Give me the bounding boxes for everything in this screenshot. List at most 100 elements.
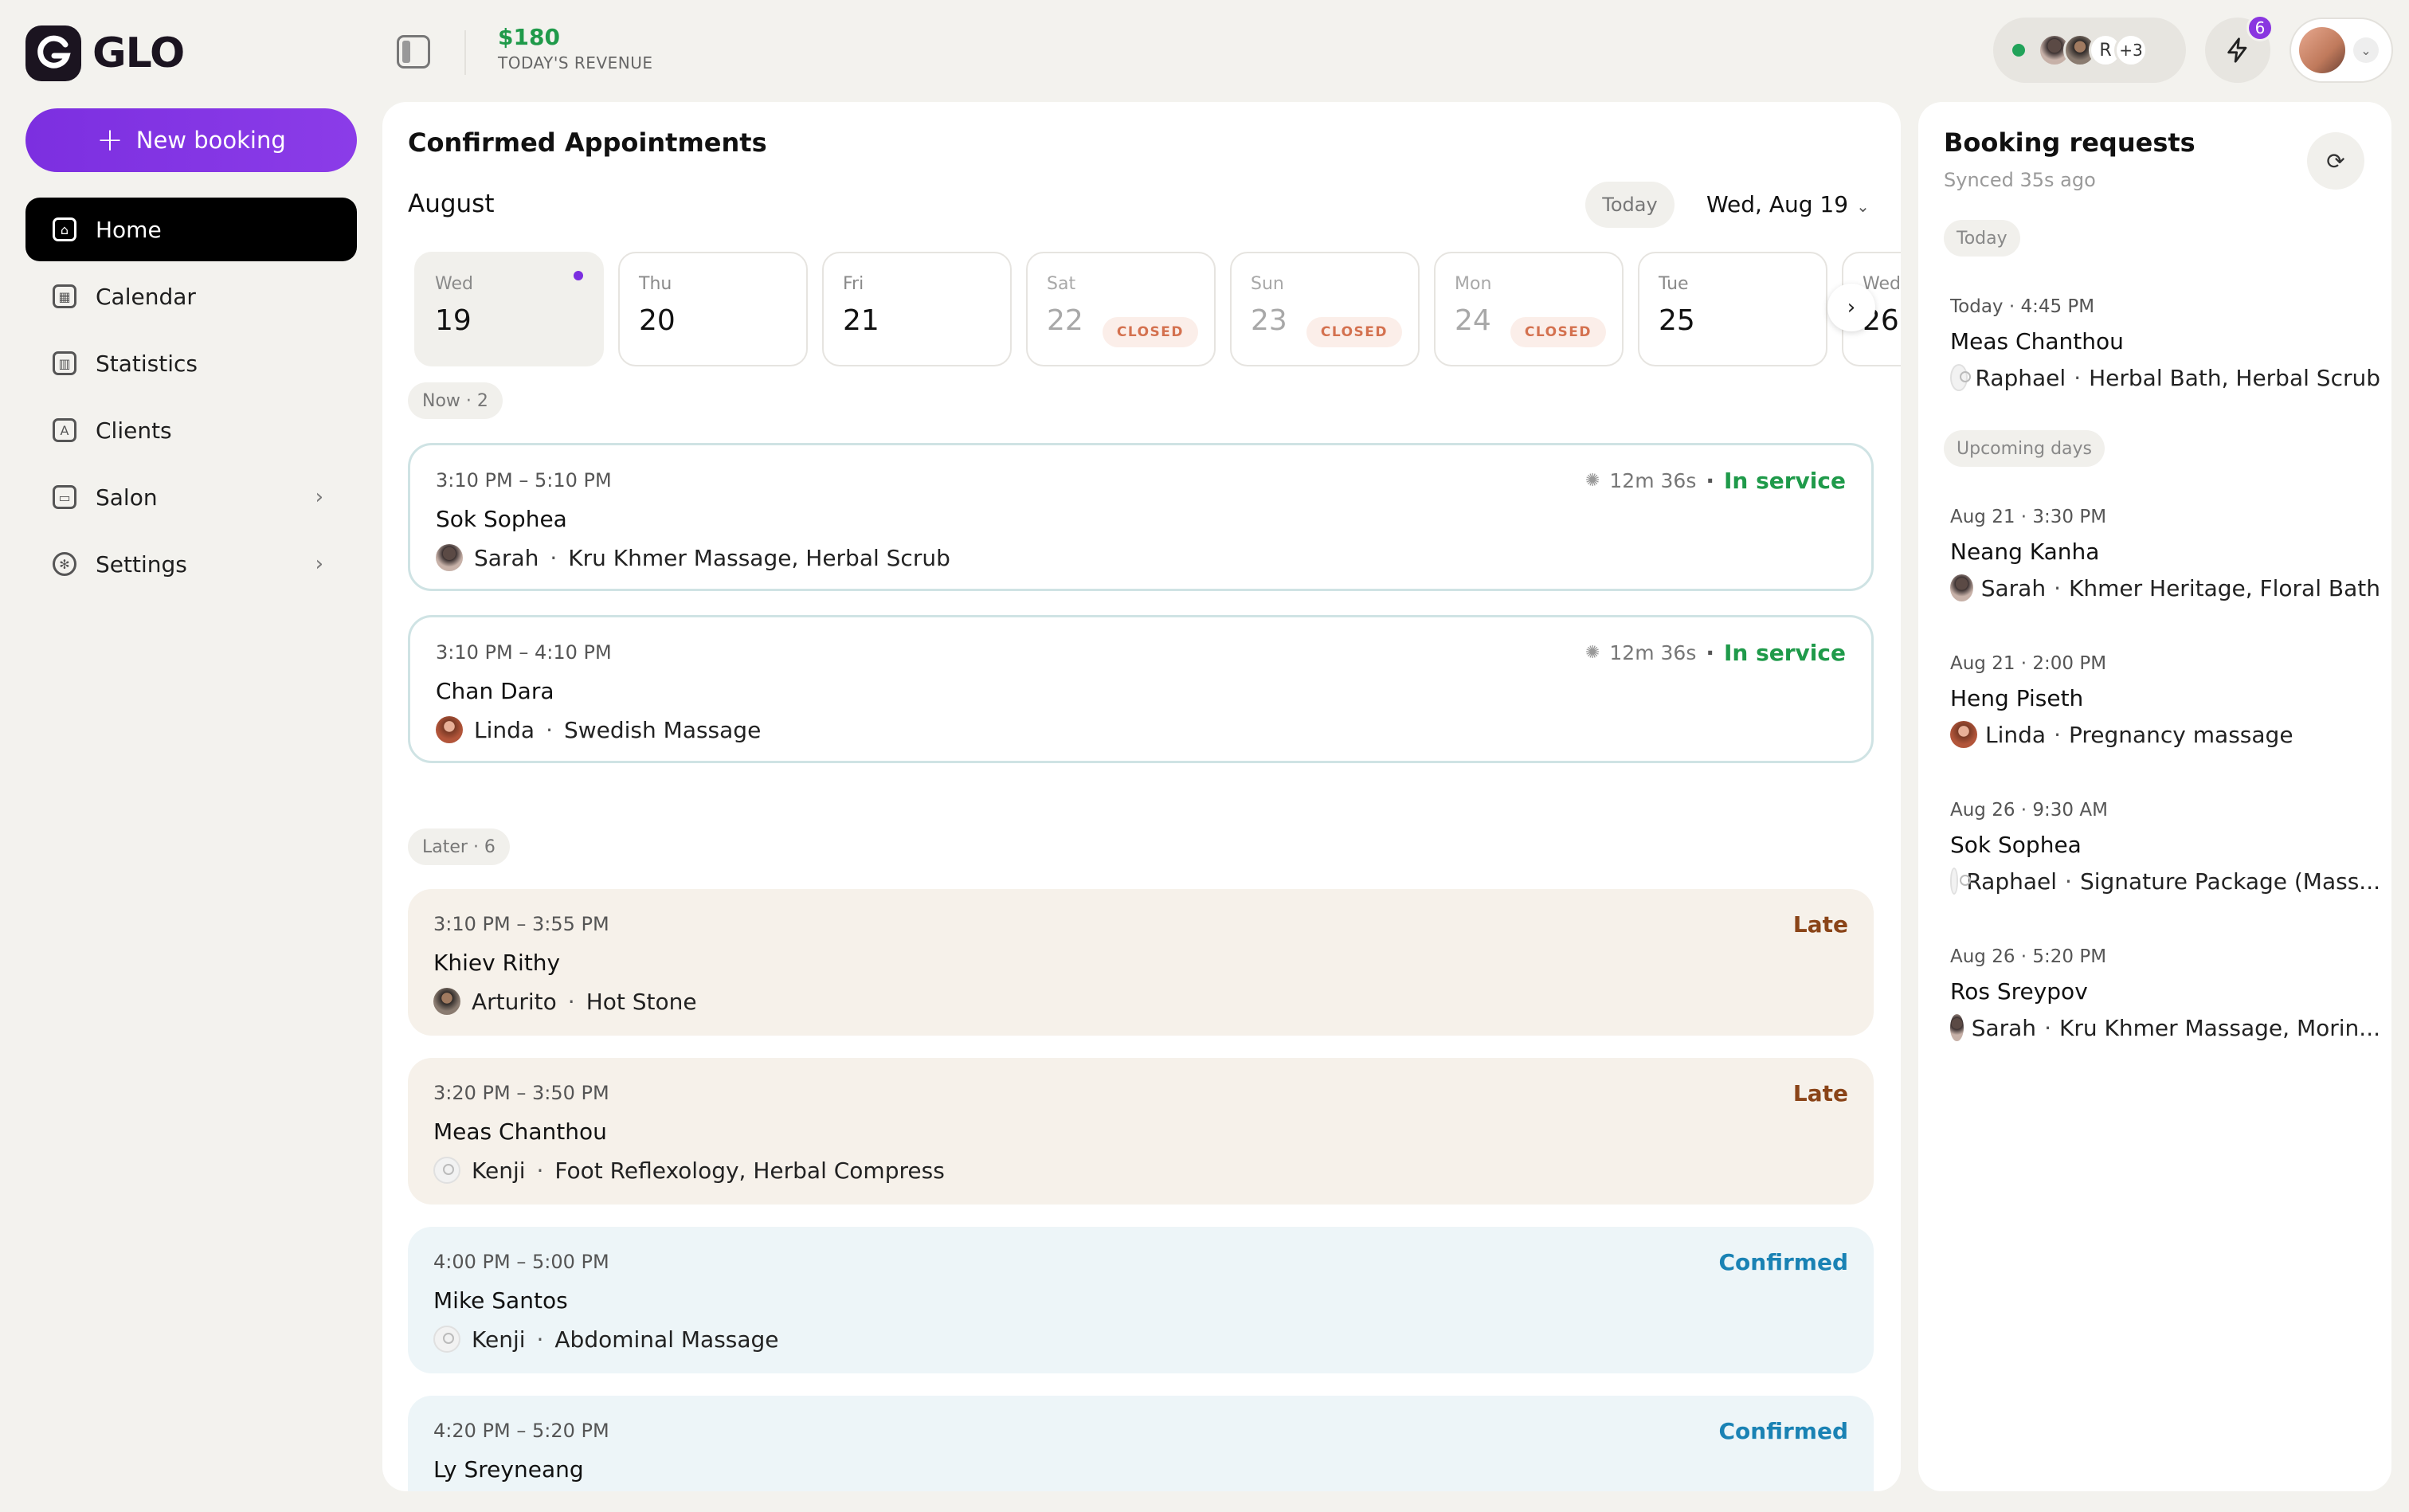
new-booking-label: New booking	[135, 127, 286, 154]
day-date: 24	[1455, 304, 1491, 337]
staff-name: Linda	[1985, 721, 2047, 748]
sidebar-item-label: Clients	[96, 417, 172, 444]
avatar-placeholder-icon	[1950, 364, 1971, 391]
store-icon: ▭	[53, 485, 76, 509]
logo-icon	[25, 25, 81, 81]
day-card[interactable]: Tue 25	[1638, 252, 1827, 366]
day-card-selected[interactable]: Wed 19	[414, 252, 604, 366]
user-menu-button[interactable]: ⌄	[2290, 18, 2393, 83]
separator-dot: ·	[546, 716, 553, 743]
appointment-time: 3:20 PM – 3:50 PM	[433, 1082, 609, 1104]
upcoming-section-label: Upcoming days	[1944, 430, 2105, 467]
separator-dot: ·	[536, 1157, 544, 1184]
day-date: 21	[843, 304, 879, 337]
sidebar-item-settings[interactable]: ✻ Settings ›	[25, 532, 357, 596]
sidebar-item-label: Statistics	[96, 350, 198, 377]
appointment-time: 4:20 PM – 5:20 PM	[433, 1420, 609, 1442]
client-name: Chan Dara	[436, 678, 554, 704]
appointment-meta: Sarah · Kru Khmer Massage, Herbal Scrub	[436, 544, 950, 571]
divider	[464, 30, 466, 75]
separator-dot: ·	[1706, 468, 1714, 494]
sidebar-item-statistics[interactable]: ▥ Statistics	[25, 331, 357, 395]
avatar	[1950, 721, 1977, 748]
client-name: Mike Santos	[433, 1287, 568, 1314]
now-section-label: Now · 2	[408, 382, 503, 419]
client-name: Ly Sreyneang	[433, 1456, 584, 1483]
day-strip: Wed 19 Thu 20 Fri 21 Sat 22 CLOSED Sun 2…	[382, 252, 1901, 368]
avatar	[436, 544, 463, 571]
plus-icon: +	[96, 122, 123, 159]
appointment-card[interactable]: 3:20 PM – 3:50 PM Meas Chanthou Kenji · …	[408, 1058, 1874, 1205]
service-list: Hot Stone	[586, 988, 697, 1015]
request-meta: Raphael · Signature Package (Mass...	[1950, 868, 2380, 895]
loading-spinner-icon: ✺	[1584, 471, 1600, 491]
status-badge: Confirmed	[1718, 1249, 1849, 1275]
appointment-meta: Arturito · Hot Stone	[433, 988, 697, 1015]
later-section-label: Later · 6	[408, 828, 510, 865]
closed-badge: CLOSED	[1510, 317, 1606, 347]
sidebar-toggle-icon[interactable]	[397, 35, 430, 69]
service-list: Kru Khmer Massage, Morin...	[2058, 1014, 2380, 1041]
staff-name: Raphael	[1975, 364, 2066, 391]
date-picker-value: Wed, Aug 19	[1706, 191, 1849, 217]
status-badge: ✺ 12m 36s · In service	[1585, 640, 1846, 666]
selected-indicator	[574, 271, 583, 280]
booking-request-item[interactable]: Aug 21 · 2:00 PM Heng Piseth Linda · Pre…	[1950, 653, 2380, 748]
revenue-label: TODAY'S REVENUE	[498, 53, 653, 72]
appointment-card[interactable]: 4:00 PM – 5:00 PM Mike Santos Kenji · Ab…	[408, 1227, 1874, 1373]
online-status-dot	[2012, 44, 2025, 57]
refresh-icon[interactable]: ⟳	[2307, 132, 2364, 190]
service-list: Pregnancy massage	[2068, 721, 2293, 748]
separator-dot: ·	[567, 988, 575, 1015]
sidebar-nav: ⌂ Home ▦ Calendar ▥ Statistics A Clients…	[25, 198, 357, 599]
request-time: Aug 21 · 3:30 PM	[1950, 507, 2107, 527]
separator-dot: ·	[536, 1326, 544, 1353]
day-card[interactable]: Mon 24 CLOSED	[1434, 252, 1624, 366]
day-card[interactable]: Thu 20	[618, 252, 808, 366]
day-name: Wed	[435, 274, 473, 294]
appointment-time: 3:10 PM – 5:10 PM	[436, 469, 612, 492]
day-card[interactable]: Sun 23 CLOSED	[1230, 252, 1420, 366]
staff-online-button[interactable]: R +3	[1993, 18, 2186, 83]
sidebar-item-home[interactable]: ⌂ Home	[25, 198, 357, 261]
sidebar-item-calendar[interactable]: ▦ Calendar	[25, 264, 357, 328]
contacts-icon: A	[53, 418, 76, 442]
client-name: Khiev Rithy	[433, 950, 561, 976]
appointment-card[interactable]: 3:10 PM – 5:10 PM Sok Sophea Sarah · Kru…	[408, 443, 1874, 591]
calendar-icon: ▦	[53, 284, 76, 308]
sidebar-item-label: Settings	[96, 550, 187, 578]
appointment-card[interactable]: 3:10 PM – 4:10 PM Chan Dara Linda · Swed…	[408, 615, 1874, 763]
day-card[interactable]: Sat 22 CLOSED	[1026, 252, 1216, 366]
appointment-card[interactable]: 4:20 PM – 5:20 PM Ly Sreyneang Confirmed	[408, 1396, 1874, 1491]
appointment-time: 3:10 PM – 3:55 PM	[433, 913, 609, 935]
chevron-right-icon: ›	[315, 485, 323, 509]
booking-requests-panel: Booking requests Synced 35s ago ⟳ Today …	[1918, 102, 2391, 1491]
appointment-card[interactable]: 3:10 PM – 3:55 PM Khiev Rithy Arturito ·…	[408, 889, 1874, 1036]
booking-request-item[interactable]: Aug 21 · 3:30 PM Neang Kanha Sarah · Khm…	[1950, 507, 2380, 601]
booking-request-item[interactable]: Aug 26 · 9:30 AM Sok Sophea Raphael · Si…	[1950, 800, 2380, 895]
day-name: Mon	[1455, 274, 1492, 294]
sidebar-item-clients[interactable]: A Clients	[25, 398, 357, 462]
page-title: Confirmed Appointments	[408, 127, 767, 158]
request-meta: Linda · Pregnancy massage	[1950, 721, 2380, 748]
loading-spinner-icon: ✺	[1584, 643, 1600, 663]
new-booking-button[interactable]: + New booking	[25, 108, 357, 172]
today-button[interactable]: Today	[1585, 182, 1675, 228]
logo[interactable]: GLO	[25, 25, 185, 81]
day-name: Sun	[1251, 274, 1284, 294]
revenue-summary: $180 TODAY'S REVENUE	[498, 24, 653, 72]
chevron-right-icon[interactable]: ›	[1827, 284, 1875, 331]
appointment-meta: Kenji · Abdominal Massage	[433, 1326, 779, 1353]
booking-request-item[interactable]: Today · 4:45 PM Meas Chanthou Raphael · …	[1950, 296, 2380, 391]
status-badge: Confirmed	[1718, 1418, 1849, 1444]
day-card[interactable]: Fri 21	[822, 252, 1012, 366]
closed-badge: CLOSED	[1102, 317, 1198, 347]
booking-request-item[interactable]: Aug 26 · 5:20 PM Ros Sreypov Sarah · Kru…	[1950, 946, 2380, 1041]
separator-dot: ·	[2054, 574, 2061, 601]
date-picker[interactable]: Wed, Aug 19 ⌄	[1706, 191, 1870, 217]
separator-dot: ·	[1706, 640, 1714, 666]
day-date: 22	[1047, 304, 1083, 337]
appointment-time: 3:10 PM – 4:10 PM	[436, 641, 612, 664]
sidebar-item-salon[interactable]: ▭ Salon ›	[25, 465, 357, 529]
chart-icon: ▥	[53, 351, 76, 375]
